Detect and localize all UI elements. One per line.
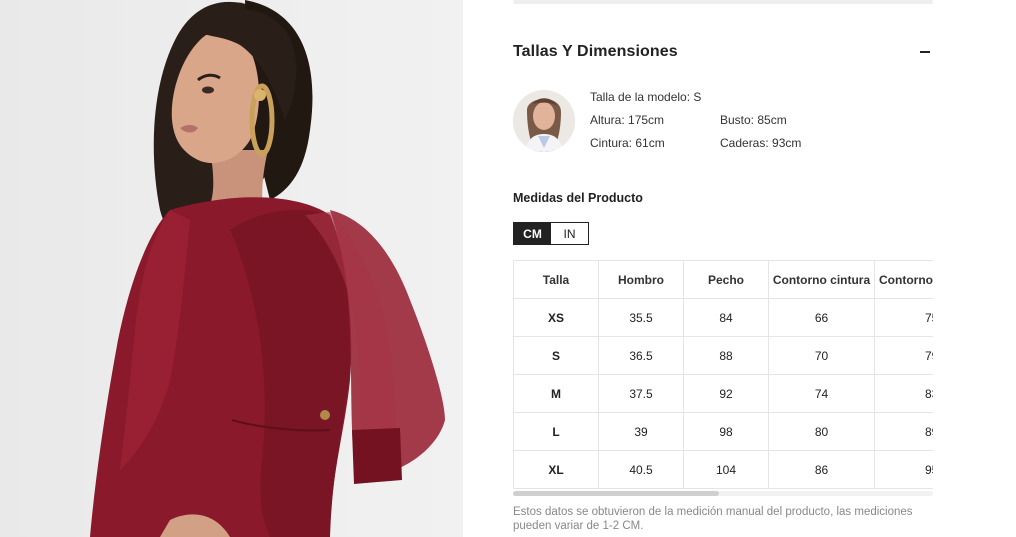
table-row: S 36.5 88 70 79 [513,336,933,375]
cell-size: M [513,374,599,413]
unit-cm-button[interactable]: CM [514,223,551,244]
cell-waist: 80 [768,412,875,451]
minus-icon[interactable] [919,43,933,61]
cell-shoulder: 39 [598,412,684,451]
cell-chest: 104 [683,450,769,489]
model-size: Talla de la modelo: S [590,90,702,104]
model-avatar-image [513,90,575,152]
header-chest: Pecho [683,260,769,299]
header-size: Talla [513,260,599,299]
cell-shoulder: 37.5 [598,374,684,413]
header-shoulder: Hombro [598,260,684,299]
cell-waist: 86 [768,450,875,489]
header-waist: Contorno cintura [768,260,875,299]
size-info-panel: Tallas Y Dimensiones Talla de la modelo:… [463,0,1016,537]
table-row: XS 35.5 84 66 75 [513,298,933,337]
model-waist: Cintura: 61cm [590,136,665,150]
model-bust: Busto: 85cm [720,113,787,127]
cell-shoulder: 36.5 [598,336,684,375]
cell-hip: 75 [874,298,933,337]
scrollbar-thumb[interactable] [513,491,719,496]
size-table-scroll-area[interactable]: Talla Hombro Pecho Contorno cintura Cont… [513,260,933,490]
cell-hip: 89 [874,412,933,451]
measurement-note: Estos datos se obtuvieron de la medición… [513,506,913,532]
cell-chest: 98 [683,412,769,451]
unit-in-button[interactable]: IN [551,223,588,244]
product-measures-title: Medidas del Producto [513,191,643,205]
cell-chest: 92 [683,374,769,413]
product-photo [0,0,463,537]
table-row: M 37.5 92 74 83 [513,374,933,413]
product-photo-illustration [90,0,445,537]
cell-chest: 84 [683,298,769,337]
cell-waist: 70 [768,336,875,375]
cell-waist: 74 [768,374,875,413]
unit-toggle: CM IN [513,222,589,245]
cell-size: L [513,412,599,451]
model-hips: Caderas: 93cm [720,136,802,150]
table-row: L 39 98 80 89 [513,412,933,451]
section-title: Tallas Y Dimensiones [513,43,678,60]
model-height: Altura: 175cm [590,113,665,127]
cell-chest: 88 [683,336,769,375]
model-avatar [513,90,575,152]
cell-hip: 83 [874,374,933,413]
cell-shoulder: 35.5 [598,298,684,337]
size-table: Talla Hombro Pecho Contorno cintura Cont… [513,260,933,489]
header-hip: Contorno [874,260,933,299]
cell-shoulder: 40.5 [598,450,684,489]
cell-waist: 66 [768,298,875,337]
cell-size: XL [513,450,599,489]
table-header-row: Talla Hombro Pecho Contorno cintura Cont… [513,260,933,299]
table-horizontal-scrollbar[interactable] [513,491,933,496]
cell-size: S [513,336,599,375]
cell-hip: 79 [874,336,933,375]
table-row: XL 40.5 104 86 95 [513,450,933,489]
divider [513,0,933,4]
cell-size: XS [513,298,599,337]
cell-hip: 95 [874,450,933,489]
